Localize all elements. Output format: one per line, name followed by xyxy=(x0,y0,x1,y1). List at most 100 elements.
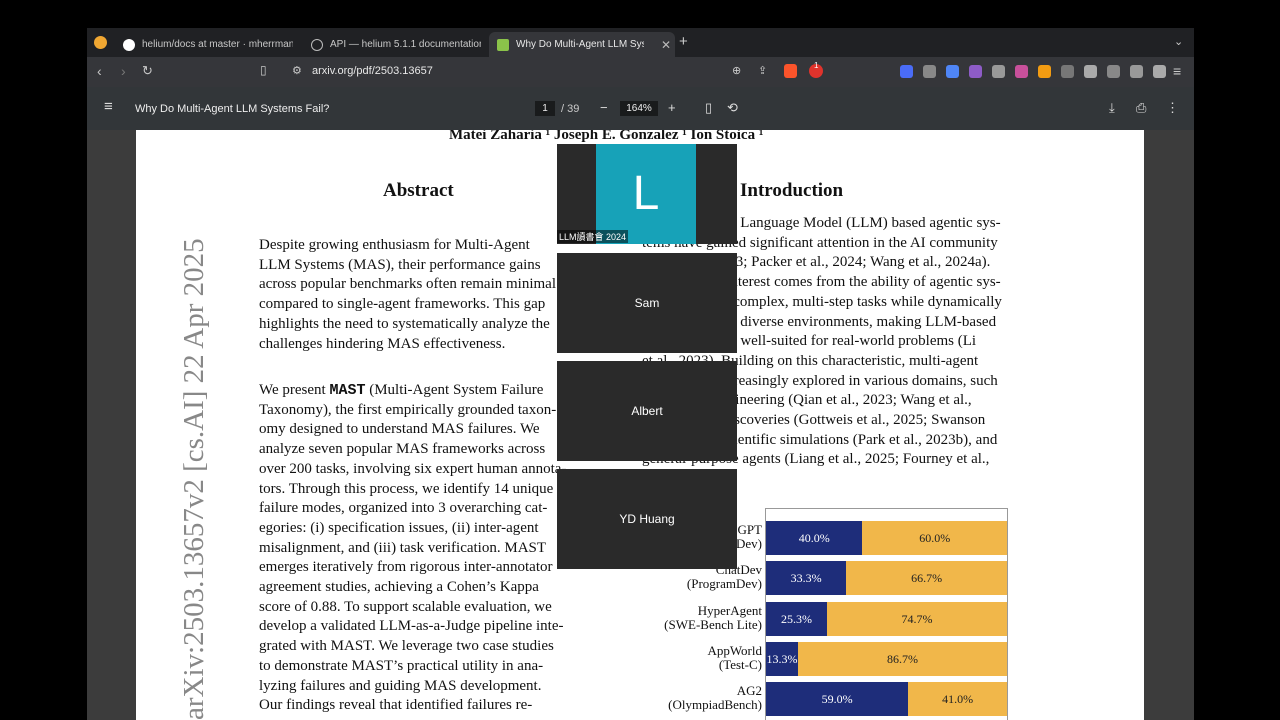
introduction-heading: 1. Introduction xyxy=(721,180,844,201)
bookmark-icon[interactable]: ▯ xyxy=(260,63,267,77)
text-line: Taxonomy), the first empirically grounde… xyxy=(259,401,557,418)
category-label-line: HyperAgent xyxy=(697,602,762,618)
author-line: Matei Zaharia ¹ Joseph E. Gonzalez ¹ Ion… xyxy=(449,130,764,143)
abstract-heading: Abstract xyxy=(383,180,454,201)
address-bar[interactable]: ⚙ arxiv.org/pdf/2503.13657 ⊕ ⇪ xyxy=(282,61,802,83)
category-label-line: AppWorld xyxy=(707,642,762,658)
text-line: agreement studies, achieving a Cohen’s K… xyxy=(259,579,539,596)
participant-video-tile[interactable]: YD Huang xyxy=(557,469,737,569)
tab-title: helium/docs at master · mherrmann/helium xyxy=(142,39,293,50)
arxiv-icon xyxy=(497,38,509,51)
tab-helium-docs[interactable]: helium/docs at master · mherrmann/helium xyxy=(123,32,293,57)
text-line: over 200 tasks, involving six expert hum… xyxy=(259,460,567,477)
bar-segment-yellow: 41.0% xyxy=(908,682,1007,717)
new-tab-icon[interactable]: + xyxy=(679,33,688,50)
extension-icon[interactable] xyxy=(923,65,936,78)
bar-segment-blue: 33.3% xyxy=(766,561,847,596)
wallet-icon[interactable] xyxy=(1107,65,1120,78)
close-tab-icon[interactable]: ✕ xyxy=(661,38,671,52)
text-line: omy designed to understand MAS failures.… xyxy=(259,421,540,438)
bar-segment-blue: 59.0% xyxy=(766,682,909,717)
text-line: highlights the need to systematically an… xyxy=(259,315,550,332)
text-line: score of 0.88. To support scalable evalu… xyxy=(259,598,552,615)
abstract-paragraph-2: We present MAST (Multi-Agent System Fail… xyxy=(259,381,582,716)
bar-segment-blue: 13.3% xyxy=(766,641,799,676)
page-number-input[interactable]: 1 xyxy=(535,101,555,116)
site-info-icon[interactable]: ⚙ xyxy=(292,64,302,77)
text-line: challenges hindering MAS effectiveness. xyxy=(259,335,506,352)
back-icon[interactable]: ‹ xyxy=(97,63,102,79)
zoom-out-icon[interactable]: − xyxy=(600,100,608,115)
pdf-menu-icon[interactable]: ≡ xyxy=(104,98,113,115)
reload-icon[interactable]: ↻ xyxy=(142,63,153,79)
text-line: grated with MAST. We leverage two case s… xyxy=(259,638,554,655)
github-icon xyxy=(123,38,135,51)
participant-name: Sam xyxy=(634,296,660,310)
bar-segment-yellow: 66.7% xyxy=(846,561,1007,596)
text-line: lyzing failures and guiding MAS developm… xyxy=(259,677,542,694)
extension-icon[interactable] xyxy=(1015,65,1028,78)
participant-name: Albert xyxy=(631,404,663,418)
tab-title: API — helium 5.1.1 documentation xyxy=(330,39,481,50)
download-icon[interactable]: ⤓ xyxy=(1109,100,1115,116)
page-total: / 39 xyxy=(561,103,580,115)
abstract-paragraph-1: Despite growing enthusiasm for Multi-Age… xyxy=(259,236,582,354)
extensions-puzzle-icon[interactable] xyxy=(1061,65,1074,78)
chart-category-label: HyperAgent (SWE-Bench Lite) xyxy=(636,602,762,632)
bar-segment-yellow: 60.0% xyxy=(862,521,1007,555)
brave-shield-icon[interactable] xyxy=(784,64,797,78)
leo-ai-icon[interactable] xyxy=(1130,65,1143,78)
print-icon[interactable]: ⎙ xyxy=(1136,100,1146,116)
browser-window: helium/docs at master · mherrmann/helium… xyxy=(87,28,1194,720)
text-line: tors. Through this process, we identify … xyxy=(259,480,554,497)
rewards-badge: 1 xyxy=(814,61,819,70)
extension-icon[interactable] xyxy=(1038,65,1051,78)
arxiv-sidebar-stamp: arXiv:2503.13657v2 [cs.AI] 22 Apr 2025 xyxy=(178,238,210,720)
text-line: across popular benchmarks often remain m… xyxy=(259,276,556,293)
failure-breakdown-chart: 40.0% 60.0% 33.3% 66.7% 25.3% 74.7% 13.3% 86.7%… xyxy=(765,508,1008,720)
text-line: failure modes, organized into 3 overarch… xyxy=(259,500,548,517)
rotate-icon[interactable]: ⟲ xyxy=(727,100,738,116)
abstract-lines: Taxonomy), the first empirically grounde… xyxy=(259,401,582,716)
share-icon[interactable]: ⇪ xyxy=(758,64,767,77)
abstract-first-line: We present MAST (Multi-Agent System Fail… xyxy=(259,382,544,399)
tab-strip: helium/docs at master · mherrmann/helium… xyxy=(87,28,1194,57)
chart-category-label: AppWorld (Test-C) xyxy=(636,642,762,672)
participant-video-tile[interactable]: Sam xyxy=(557,253,737,353)
vpn-icon[interactable] xyxy=(1153,65,1166,78)
participant-avatar: L xyxy=(596,144,696,244)
more-options-icon[interactable]: ⋮ xyxy=(1166,100,1179,116)
bar-segment-blue: 25.3% xyxy=(766,601,827,636)
forward-icon[interactable]: › xyxy=(121,63,126,79)
bar-segment-yellow: 86.7% xyxy=(798,641,1007,676)
extension-icon[interactable] xyxy=(946,65,959,78)
fit-page-icon[interactable]: ▯ xyxy=(705,100,712,116)
text-line: Our findings reveal that identified fail… xyxy=(259,697,533,714)
menu-icon[interactable]: ≡ xyxy=(1173,63,1181,79)
zoom-input[interactable]: 164% xyxy=(620,101,658,116)
text-line: emerges iteratively from rigorous inter-… xyxy=(259,559,553,576)
category-label-line: (OlympiadBench) xyxy=(668,697,762,713)
tab-helium-api[interactable]: API — helium 5.1.1 documentation xyxy=(311,32,481,57)
participant-video-tile[interactable]: L LLM讀書會 2024 xyxy=(557,144,737,244)
zoom-in-icon[interactable]: + xyxy=(668,100,676,115)
pdf-title: Why Do Multi-Agent LLM Systems Fail? xyxy=(135,103,330,115)
tab-search-icon[interactable]: ⌄ xyxy=(1174,35,1183,48)
tab-title: Why Do Multi-Agent LLM Systems Fail? xyxy=(516,39,644,50)
sidebar-icon[interactable] xyxy=(1084,65,1097,78)
extension-icon[interactable] xyxy=(969,65,982,78)
zoom-icon[interactable]: ⊕ xyxy=(732,64,741,77)
bar-segment-yellow: 74.7% xyxy=(826,601,1007,636)
window-menu-icon[interactable] xyxy=(94,36,107,49)
participant-video-tile[interactable]: Albert xyxy=(557,361,737,461)
url-text: arxiv.org/pdf/2503.13657 xyxy=(312,65,433,77)
category-label-line: (ProgramDev) xyxy=(686,576,762,592)
extension-icon[interactable] xyxy=(900,65,913,78)
text-line: analyze seven popular MAS frameworks acr… xyxy=(259,441,546,458)
globe-icon xyxy=(311,38,323,51)
extension-icon[interactable] xyxy=(992,65,1005,78)
brave-rewards-icon[interactable]: 1 xyxy=(809,61,823,78)
browser-toolbar: ‹ › ↻ ▯ ⚙ arxiv.org/pdf/2503.13657 ⊕ ⇪ 1… xyxy=(87,57,1194,87)
tab-arxiv-pdf[interactable]: Why Do Multi-Agent LLM Systems Fail? ✕ xyxy=(489,32,675,57)
text-line: LLM Systems (MAS), their performance gai… xyxy=(259,256,541,273)
